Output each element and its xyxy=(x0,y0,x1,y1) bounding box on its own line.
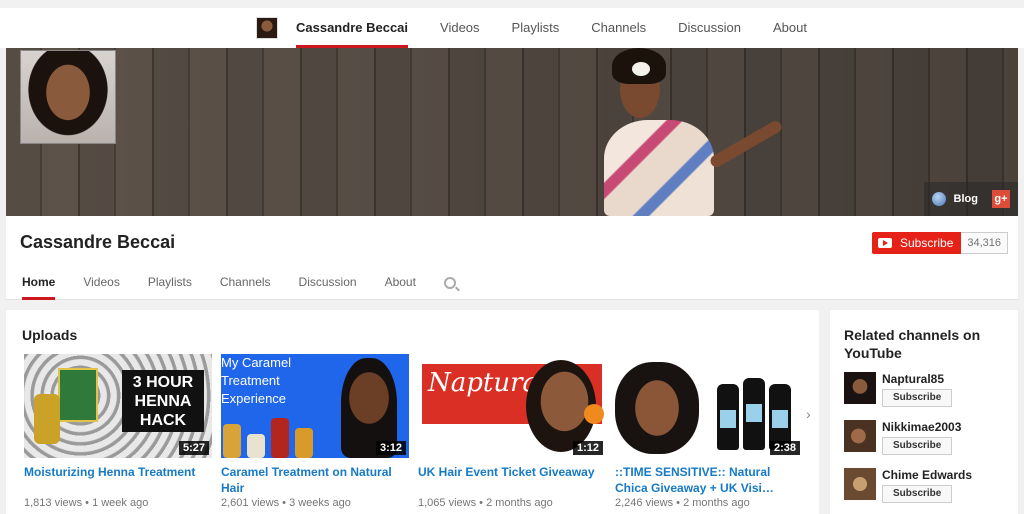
video-duration: 1:12 xyxy=(572,441,603,455)
related-channel-item: Nikkimae2003 Subscribe xyxy=(844,420,961,455)
video-card[interactable]: 3 HOUR HENNA HACK 5:27 Moisturizing Henn… xyxy=(24,354,212,509)
channel-banner: Blog g+ xyxy=(6,48,1018,216)
related-channel-name[interactable]: Nikkimae2003 xyxy=(882,420,961,434)
video-meta: 2,246 views • 2 months ago xyxy=(615,497,750,509)
banner-figure-image xyxy=(596,48,796,216)
top-nav: Cassandre Beccai Videos Playlists Channe… xyxy=(0,0,1024,48)
channel-profile-image[interactable] xyxy=(20,50,116,144)
google-plus-icon[interactable]: g+ xyxy=(992,190,1010,208)
subscriber-count: 34,316 xyxy=(961,232,1009,254)
tab-about[interactable]: About xyxy=(385,268,416,300)
channel-title: Cassandre Beccai xyxy=(20,232,176,252)
topnav-tab-discussion[interactable]: Discussion xyxy=(678,8,741,48)
globe-icon xyxy=(931,192,946,206)
subscribe-button[interactable]: Subscribe xyxy=(882,437,952,455)
video-views: 2,601 views xyxy=(221,497,280,509)
thumbnail-caption: My Caramel Treatment Experience xyxy=(221,355,292,406)
video-age: 2 months ago xyxy=(486,497,553,509)
video-title[interactable]: Caramel Treatment on Natural Hair xyxy=(221,464,409,496)
blog-link-label: Blog xyxy=(953,193,978,205)
related-heading: Related channels on YouTube xyxy=(844,327,981,361)
uploads-section: Uploads 3 HOUR HENNA HACK 5:27 Moisturiz… xyxy=(6,310,819,514)
video-meta: 1,065 views • 2 months ago xyxy=(418,497,553,509)
topnav-tab-channels[interactable]: Channels xyxy=(591,8,646,48)
subscribe-button[interactable]: Subscribe xyxy=(882,485,952,503)
channel-tabs: Home Videos Playlists Channels Discussio… xyxy=(22,268,456,300)
video-title[interactable]: UK Hair Event Ticket Giveaway xyxy=(418,464,606,496)
video-thumbnail[interactable]: Napturally 1:12 xyxy=(418,354,606,458)
avatar[interactable] xyxy=(844,420,876,452)
youtube-play-icon xyxy=(878,238,892,248)
topnav-tab-about[interactable]: About xyxy=(773,8,807,48)
search-icon[interactable] xyxy=(443,277,456,289)
tab-playlists[interactable]: Playlists xyxy=(148,268,192,300)
channel-header: Cassandre Beccai Subscribe 34,316 Home V… xyxy=(6,216,1018,300)
subscribe-button[interactable]: Subscribe xyxy=(882,389,952,407)
chevron-right-icon[interactable]: › xyxy=(806,406,811,422)
video-card[interactable]: My Caramel Treatment Experience 3:12 Car… xyxy=(221,354,409,509)
video-age: 1 week ago xyxy=(92,497,149,509)
video-views: 1,813 views xyxy=(24,497,83,509)
video-thumbnail[interactable]: 3 HOUR HENNA HACK 5:27 xyxy=(24,354,212,458)
video-card[interactable]: 2:38 ::TIME SENSITIVE:: Natural Chica Gi… xyxy=(615,354,803,509)
video-duration: 2:38 xyxy=(769,441,800,455)
uploads-list: 3 HOUR HENNA HACK 5:27 Moisturizing Henn… xyxy=(24,354,812,509)
tab-videos[interactable]: Videos xyxy=(83,268,119,300)
subscribe-label: Subscribe xyxy=(900,236,954,250)
video-meta: 1,813 views • 1 week ago xyxy=(24,497,149,509)
related-channel-item: Chime Edwards Subscribe xyxy=(844,468,972,503)
video-duration: 5:27 xyxy=(178,441,209,455)
topnav-tab-videos[interactable]: Videos xyxy=(440,8,480,48)
video-views: 2,246 views xyxy=(615,497,674,509)
video-title[interactable]: ::TIME SENSITIVE:: Natural Chica Giveawa… xyxy=(615,464,803,496)
tab-channels[interactable]: Channels xyxy=(220,268,271,300)
banner-shade xyxy=(6,48,1018,216)
banner-links: Blog g+ xyxy=(923,182,1018,216)
channel-avatar-small[interactable] xyxy=(256,17,278,39)
tab-home[interactable]: Home xyxy=(22,268,56,300)
topnav-tab-playlists[interactable]: Playlists xyxy=(512,8,560,48)
subscribe-widget: Subscribe 34,316 xyxy=(872,232,1009,254)
video-duration: 3:12 xyxy=(375,441,406,455)
related-channels: Related channels on YouTube Naptural85 S… xyxy=(830,310,1018,514)
avatar[interactable] xyxy=(844,468,876,500)
thumbnail-caption: 3 HOUR HENNA HACK xyxy=(122,370,204,432)
video-title[interactable]: Moisturizing Henna Treatment xyxy=(24,464,212,496)
subscribe-button[interactable]: Subscribe xyxy=(872,232,962,254)
video-thumbnail[interactable]: My Caramel Treatment Experience 3:12 xyxy=(221,354,409,458)
video-age: 2 months ago xyxy=(683,497,750,509)
related-channel-name[interactable]: Chime Edwards xyxy=(882,468,972,482)
video-card[interactable]: Napturally 1:12 UK Hair Event Ticket Giv… xyxy=(418,354,606,509)
topnav-tab-channel[interactable]: Cassandre Beccai xyxy=(296,8,409,48)
avatar[interactable] xyxy=(844,372,876,404)
blog-link[interactable]: Blog xyxy=(931,192,978,206)
video-views: 1,065 views xyxy=(418,497,477,509)
tab-discussion[interactable]: Discussion xyxy=(299,268,357,300)
video-meta: 2,601 views • 3 weeks ago xyxy=(221,497,351,509)
related-channel-name[interactable]: Naptural85 xyxy=(882,372,952,386)
video-age: 3 weeks ago xyxy=(289,497,351,509)
uploads-heading: Uploads xyxy=(22,327,78,343)
related-channel-item: Naptural85 Subscribe xyxy=(844,372,952,407)
video-thumbnail[interactable]: 2:38 xyxy=(615,354,803,458)
